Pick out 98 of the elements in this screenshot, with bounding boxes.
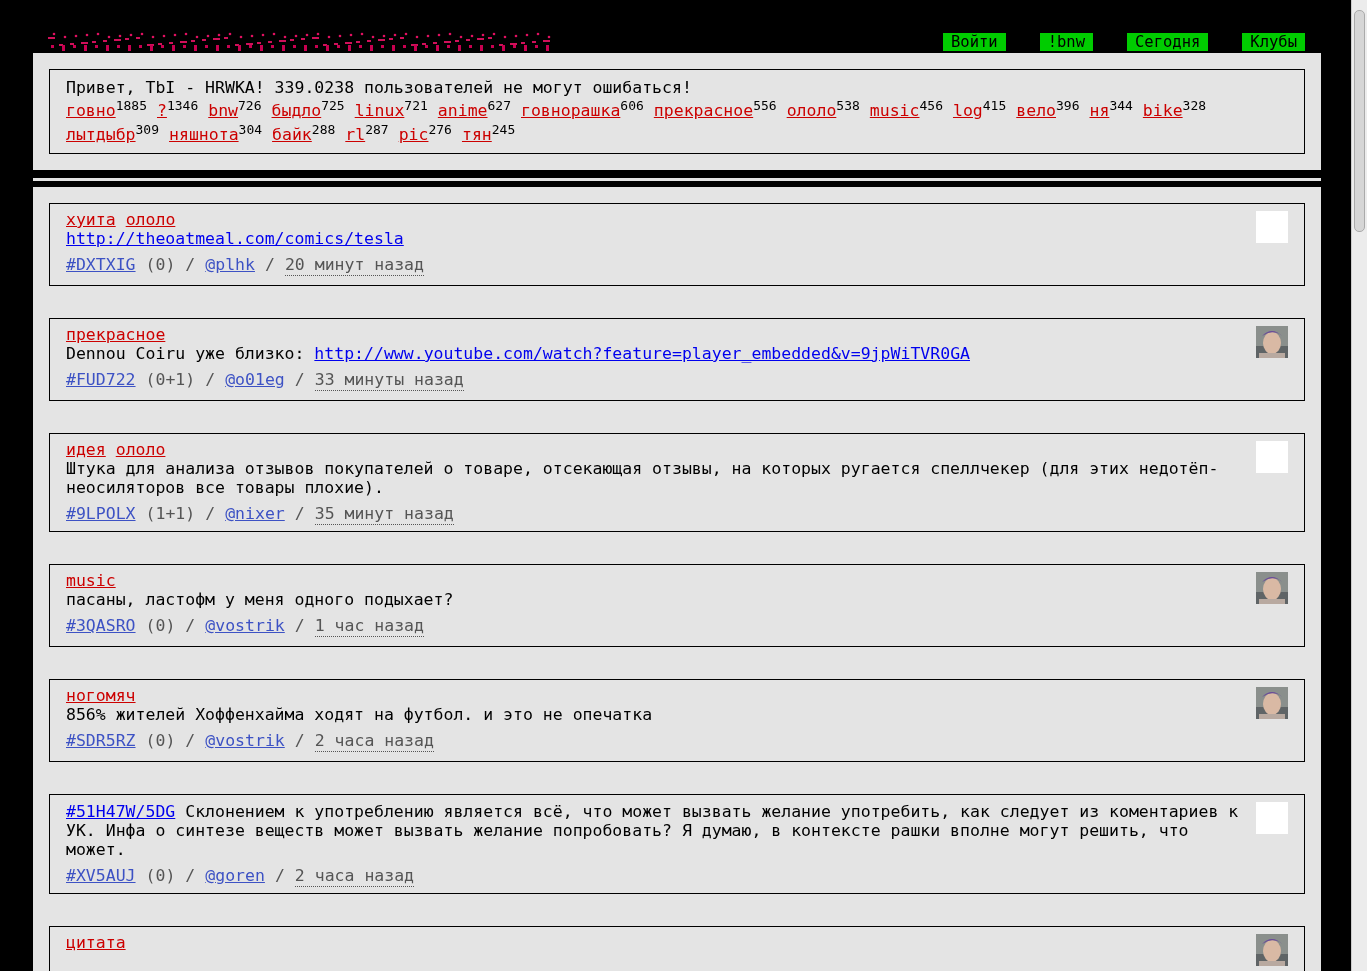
separator-text: / (185, 616, 196, 637)
tag-link[interactable]: ололо (115, 441, 166, 459)
post-time: 35 минут назад (314, 504, 454, 525)
post-time: 20 минут назад (284, 255, 424, 276)
tag-link[interactable]: music (66, 572, 116, 590)
tag-link[interactable]: ололо (125, 211, 176, 229)
post-time: 33 минуты назад (314, 370, 464, 391)
reply-count: (0) (145, 255, 176, 276)
tag-link[interactable]: цитата (66, 934, 126, 952)
separator-text: / (294, 370, 305, 391)
tag-count: 396 (1056, 97, 1080, 113)
tag-count: 538 (836, 97, 860, 113)
nav-button[interactable]: Войти (943, 33, 1006, 51)
separator-text: / (185, 731, 196, 752)
post-time: 2 часа назад (294, 866, 415, 887)
tag-link[interactable]: ногомяч (66, 687, 136, 705)
tag-link[interactable]: няшнота (169, 125, 239, 144)
tag-link[interactable]: bike (1142, 101, 1183, 120)
tag-count: 1885 (115, 97, 147, 113)
tag-count: 726 (238, 97, 262, 113)
tag-count: 556 (753, 97, 777, 113)
tag-count: 304 (238, 121, 263, 137)
tag-count: 725 (321, 97, 345, 113)
tag-link[interactable]: прекрасное (66, 326, 166, 344)
user-link[interactable]: @goren (205, 866, 265, 887)
tag-link[interactable]: ? (157, 101, 167, 120)
reply-count: (0+1) (145, 370, 196, 391)
tag-link[interactable]: anime (437, 101, 488, 120)
post-id-link[interactable]: #FUD722 (66, 370, 136, 391)
separator-text: / (294, 504, 305, 525)
tag-link[interactable]: быдло (271, 101, 322, 120)
tag-link[interactable]: music (869, 101, 920, 120)
separator-text: / (185, 866, 196, 887)
tag-count: 1346 (166, 97, 199, 113)
tag-link[interactable]: ололо (786, 101, 837, 120)
post-id-link[interactable]: #XV5AUJ (66, 866, 136, 887)
separator-text: / (264, 255, 275, 276)
tag-link[interactable]: лытдыбр (66, 125, 136, 144)
post-id-link[interactable]: #3QASRO (66, 616, 136, 637)
tag-link[interactable]: ня (1089, 101, 1110, 120)
separator-text: / (205, 370, 216, 391)
tag-link[interactable]: linux (354, 101, 405, 120)
post-time: 2 часа назад (314, 731, 434, 752)
tag-link[interactable]: вело (1016, 101, 1056, 120)
user-link[interactable]: @o01eg (225, 370, 285, 391)
tag-count: 344 (1109, 97, 1133, 113)
tag-count: 627 (487, 97, 511, 113)
user-link[interactable]: @plhk (205, 255, 255, 276)
tag-link[interactable]: говнорашка (521, 101, 621, 120)
nav-button[interactable]: Клубы (1242, 33, 1305, 51)
tag-link[interactable]: прекрасное (653, 101, 754, 120)
tag-link[interactable]: тян (461, 125, 492, 144)
tag-count: 288 (311, 121, 336, 137)
tag-count: 721 (404, 97, 428, 113)
nav-button[interactable]: !bnw (1039, 33, 1093, 51)
reply-count: (0) (145, 731, 176, 752)
tag-count: 328 (1182, 97, 1207, 113)
scrollbar[interactable] (1351, 0, 1367, 971)
tag-link[interactable]: log (952, 101, 983, 120)
greeting-text: Привет, TbI - HRWKA! 339.0238 пользователей не могут ошибаться! (66, 77, 693, 99)
reply-count: (1+1) (145, 504, 196, 525)
reply-count: (0) (145, 866, 176, 887)
post-text: Штука для анализа отзывов покупателей о товаре, отсекающая отзывы, на которых ругается спеллчекер (для этих недотёп-неосиляторов все товары плохие). (66, 459, 1220, 497)
post-link[interactable]: http://www.youtube.com/watch?feature=player_embedded&v=9jpWiTVR0GA (314, 344, 970, 363)
post-id-link[interactable]: #DXTXIG (66, 255, 136, 276)
tag-count: 245 (491, 121, 516, 137)
tag-count: 606 (620, 97, 644, 113)
post-text: Dennou Coiru уже близко: http://www.youtube.com/watch?feature=player_embedded&v=9jpWiTVR0GA (66, 344, 971, 363)
tag-link[interactable]: bnw (208, 101, 239, 120)
tag-link[interactable]: rl (345, 125, 366, 144)
user-link[interactable]: @vostrik (205, 616, 285, 637)
separator-text: / (205, 504, 216, 525)
post-link[interactable]: http://theoatmeal.com/comics/tesla (66, 229, 404, 248)
tag-count: 287 (365, 121, 389, 137)
tag-count: 456 (919, 97, 943, 113)
tag-link[interactable]: идея (66, 441, 106, 459)
tag-count: 309 (135, 121, 160, 137)
post-id-link[interactable]: #9LPOLX (66, 504, 136, 525)
post-text: 856% жителей Хоффенхайма ходят на футбол. и это не опечатка (66, 705, 654, 724)
post-text: #51H47W/5DG Склонением к употреблению является всё, что может вызвать желание употребить, как следует из коментариев к УК. Инфа о синтезе веществ может вызвать желание попробовать? Я думаю, в контексте рашки вполне могут решить, что может. (66, 802, 1240, 859)
post-link[interactable]: #51H47W/5DG (66, 802, 176, 821)
user-link[interactable]: @vostrik (205, 731, 285, 752)
reply-count: (0) (145, 616, 176, 637)
post-text: пасаны, ластофм у меня одного подыхает? (66, 590, 455, 609)
tag-link[interactable]: хуита (66, 211, 116, 229)
user-link[interactable]: @nixer (225, 504, 285, 525)
nav-button[interactable]: Сегодня (1127, 33, 1209, 51)
tag-count: 276 (428, 121, 452, 137)
tag-link[interactable]: говно (66, 101, 116, 120)
tag-link[interactable]: pic (398, 125, 429, 144)
tag-count: 415 (982, 97, 1007, 113)
separator-text: / (294, 616, 305, 637)
separator-text: / (185, 255, 196, 276)
post-time: 1 час назад (314, 616, 424, 637)
separator-text: / (274, 866, 285, 887)
post-id-link[interactable]: #SDR5RZ (66, 731, 136, 752)
tag-link[interactable]: байк (272, 125, 312, 144)
separator-text: / (294, 731, 305, 752)
